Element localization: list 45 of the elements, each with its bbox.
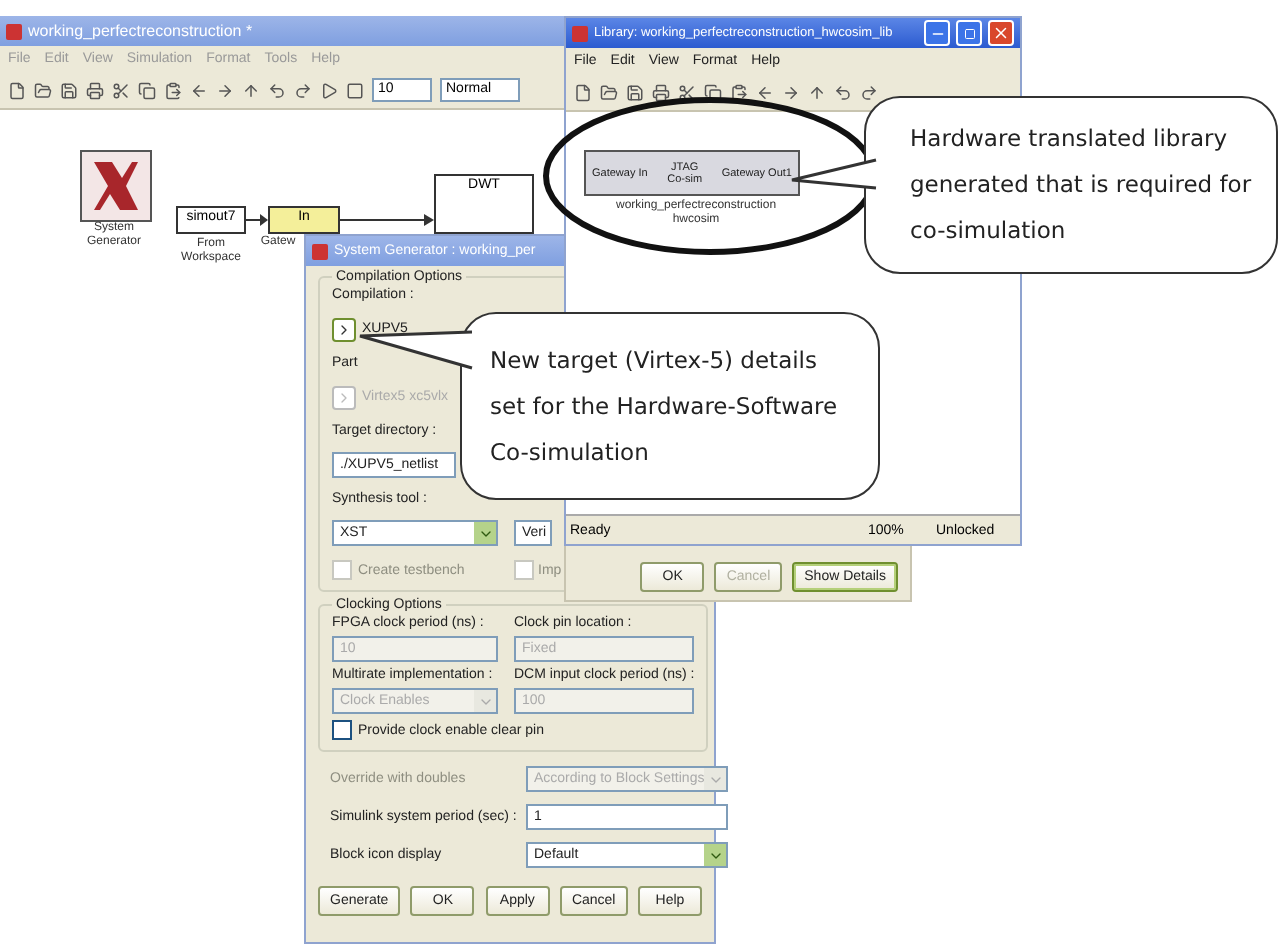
- paste-icon[interactable]: [730, 83, 748, 101]
- new-file-icon[interactable]: [574, 83, 592, 101]
- close-button[interactable]: [988, 20, 1014, 46]
- app-icon: [312, 243, 328, 259]
- folder-icon[interactable]: [600, 83, 618, 101]
- window-title: working_perfectreconstruction *: [28, 22, 253, 40]
- redo-icon[interactable]: [294, 81, 312, 99]
- close-icon: [992, 24, 1010, 42]
- chevron-right-icon: [336, 321, 352, 337]
- callout-text: New target (Virtex-5) details set for the Hardware-Software Co-simulation: [490, 343, 840, 469]
- undo-icon[interactable]: [268, 81, 286, 99]
- callout-text: Hardware translated library generated that is required for co-simulation: [910, 122, 1254, 248]
- undo-icon[interactable]: [834, 83, 852, 101]
- paste-icon[interactable]: [164, 81, 182, 99]
- up-icon[interactable]: [808, 83, 826, 101]
- system-generator-block[interactable]: [80, 150, 152, 222]
- stop-icon[interactable]: [346, 81, 364, 99]
- scissors-icon[interactable]: [112, 81, 130, 99]
- play-icon[interactable]: [320, 81, 338, 99]
- folder-icon[interactable]: [34, 81, 52, 99]
- minimize-button[interactable]: [924, 20, 950, 46]
- scissors-icon[interactable]: [678, 83, 696, 101]
- forward-icon[interactable]: [782, 83, 800, 101]
- signal-arrow: [339, 214, 434, 226]
- maximize-icon: [963, 27, 975, 39]
- maximize-button[interactable]: [956, 20, 982, 46]
- redo-icon[interactable]: [860, 83, 878, 101]
- chevron-right-icon: [336, 389, 352, 405]
- copy-icon[interactable]: [138, 81, 156, 99]
- expand-button[interactable]: [332, 317, 356, 341]
- copy-icon[interactable]: [704, 83, 722, 101]
- logo-icon: [90, 158, 142, 214]
- printer-icon[interactable]: [652, 83, 670, 101]
- up-icon[interactable]: [242, 81, 260, 99]
- printer-icon[interactable]: [86, 81, 104, 99]
- back-icon[interactable]: [190, 81, 208, 99]
- app-icon: [572, 25, 588, 41]
- checkbox[interactable]: [332, 720, 352, 740]
- new-file-icon[interactable]: [8, 81, 26, 99]
- app-icon: [6, 23, 22, 39]
- save-icon[interactable]: [60, 81, 78, 99]
- signal-arrow: [245, 214, 268, 226]
- forward-icon[interactable]: [216, 81, 234, 99]
- back-icon[interactable]: [756, 83, 774, 101]
- save-icon[interactable]: [626, 83, 644, 101]
